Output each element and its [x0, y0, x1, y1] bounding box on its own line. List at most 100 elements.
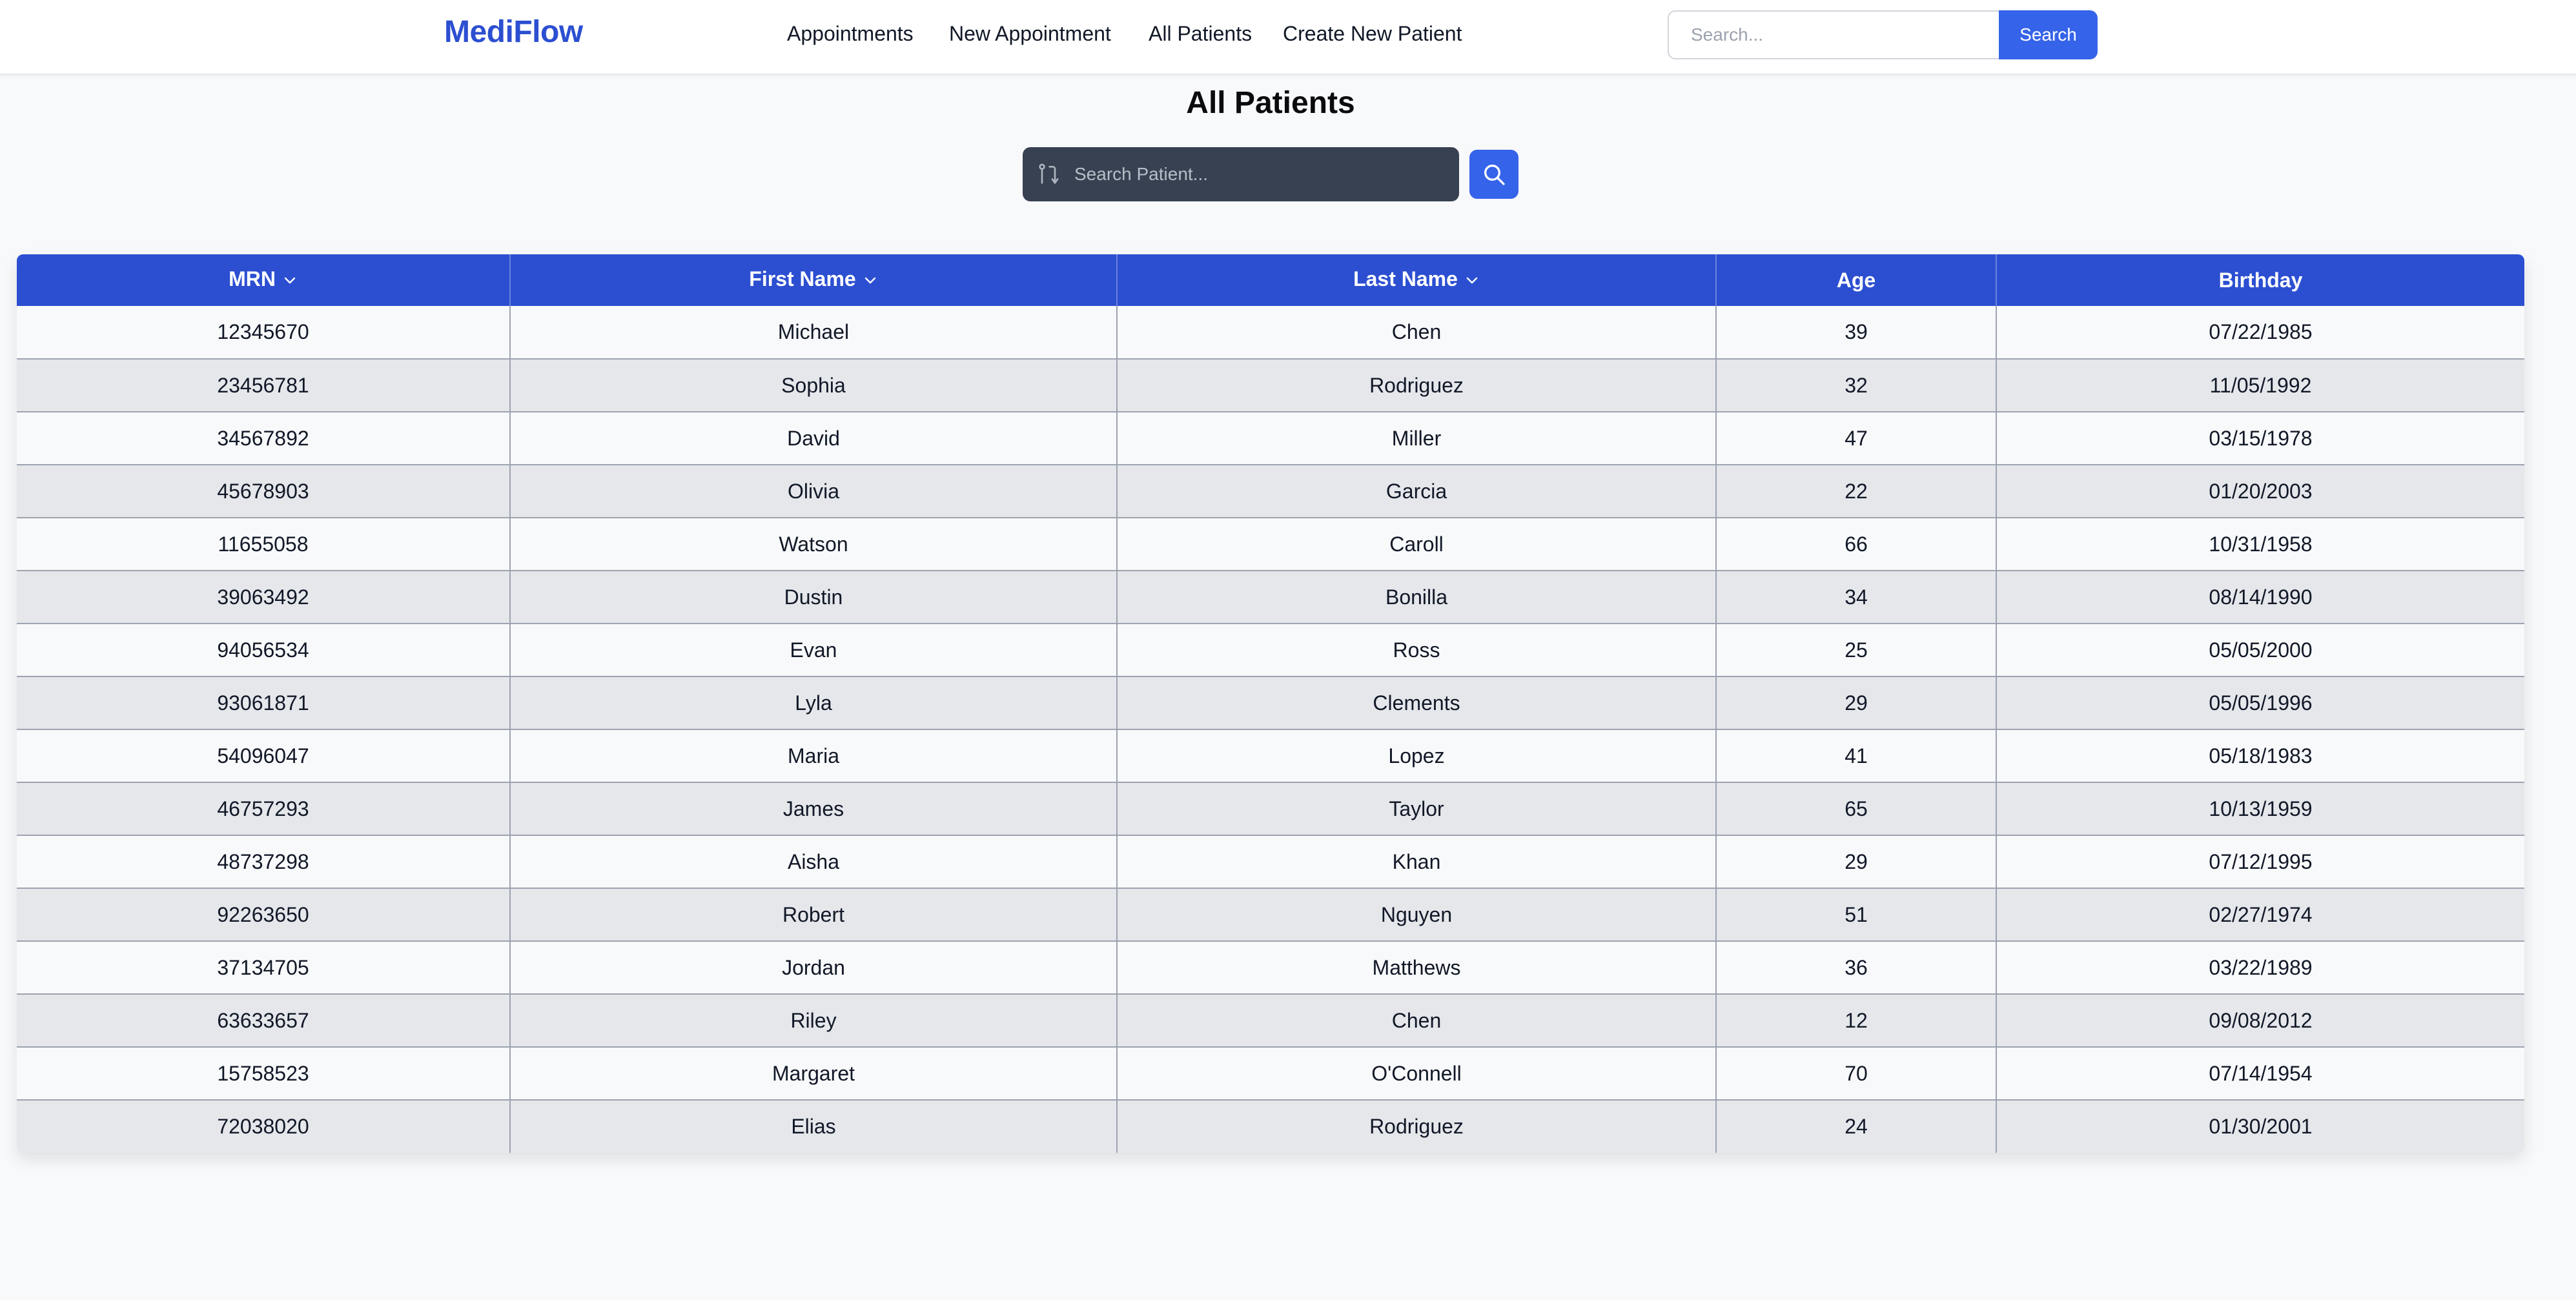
cell-last-name: Garcia [1117, 464, 1717, 518]
nav-link-all-patients[interactable]: All Patients [1149, 22, 1252, 46]
cell-mrn: 15758523 [17, 1046, 511, 1100]
cell-age: 29 [1716, 676, 1997, 729]
table-row[interactable]: 72038020 Elias Rodriguez 24 01/30/2001 [17, 1099, 2524, 1153]
chevron-down-icon [282, 269, 298, 293]
cell-last-name: O'Connell [1117, 1046, 1717, 1100]
table-row[interactable]: 15758523 Margaret O'Connell 70 07/14/1954 [17, 1046, 2524, 1100]
table-row[interactable]: 92263650 Robert Nguyen 51 02/27/1974 [17, 888, 2524, 941]
table-row[interactable]: 46757293 James Taylor 65 10/13/1959 [17, 782, 2524, 835]
table-row[interactable]: 37134705 Jordan Matthews 36 03/22/1989 [17, 940, 2524, 994]
cell-birthday: 10/31/1958 [1996, 517, 2524, 571]
table-row[interactable]: 45678903 Olivia Garcia 22 01/20/2003 [17, 464, 2524, 518]
cell-first-name: Watson [510, 517, 1118, 571]
column-header-mrn[interactable]: MRN [17, 254, 511, 306]
column-header-last-name[interactable]: Last Name [1117, 254, 1717, 306]
global-search-button[interactable]: Search [1999, 10, 2098, 59]
cell-birthday: 03/15/1978 [1996, 411, 2524, 465]
table-row[interactable]: 48737298 Aisha Khan 29 07/12/1995 [17, 835, 2524, 888]
cell-last-name: Chen [1117, 993, 1717, 1047]
cell-age: 51 [1716, 888, 1997, 941]
cell-age: 24 [1716, 1099, 1997, 1153]
cell-birthday: 01/20/2003 [1996, 464, 2524, 518]
cell-mrn: 54096047 [17, 729, 511, 782]
cell-birthday: 08/14/1990 [1996, 570, 2524, 624]
cell-age: 12 [1716, 993, 1997, 1047]
cell-age: 65 [1716, 782, 1997, 835]
cell-age: 70 [1716, 1046, 1997, 1100]
cell-first-name: David [510, 411, 1118, 465]
cell-birthday: 05/18/1983 [1996, 729, 2524, 782]
cell-age: 39 [1716, 306, 1997, 359]
cell-age: 29 [1716, 835, 1997, 888]
table-row[interactable]: 12345670 Michael Chen 39 07/22/1985 [17, 306, 2524, 359]
patients-table: MRN First Name Last Name Age Birthday 12… [17, 254, 2524, 1153]
cell-last-name: Rodriguez [1117, 1099, 1717, 1153]
cell-birthday: 05/05/2000 [1996, 623, 2524, 676]
cell-last-name: Ross [1117, 623, 1717, 676]
cell-first-name: Evan [510, 623, 1118, 676]
cell-birthday: 02/27/1974 [1996, 888, 2524, 941]
cell-first-name: Sophia [510, 358, 1118, 412]
column-header-label: First Name [749, 267, 856, 291]
table-row[interactable]: 11655058 Watson Caroll 66 10/31/1958 [17, 517, 2524, 571]
cell-age: 34 [1716, 570, 1997, 624]
table-row[interactable]: 93061871 Lyla Clements 29 05/05/1996 [17, 676, 2524, 729]
table-row[interactable]: 54096047 Maria Lopez 41 05/18/1983 [17, 729, 2524, 782]
patient-search-box [1023, 147, 1459, 201]
column-header-first-name[interactable]: First Name [510, 254, 1118, 306]
cell-last-name: Nguyen [1117, 888, 1717, 941]
table-row[interactable]: 63633657 Riley Chen 12 09/08/2012 [17, 993, 2524, 1047]
cell-mrn: 12345670 [17, 306, 511, 359]
cell-birthday: 03/22/1989 [1996, 940, 2524, 994]
table-row[interactable]: 34567892 David Miller 47 03/15/1978 [17, 411, 2524, 465]
cell-first-name: Robert [510, 888, 1118, 941]
cell-first-name: Aisha [510, 835, 1118, 888]
cell-last-name: Bonilla [1117, 570, 1717, 624]
search-icon [1484, 165, 1505, 185]
cell-mrn: 63633657 [17, 993, 511, 1047]
column-header-label: Birthday [2218, 268, 2303, 292]
table-body: 12345670 Michael Chen 39 07/22/1985 23456781 S… [17, 306, 2524, 1153]
cell-mrn: 48737298 [17, 835, 511, 888]
table-header-row: MRN First Name Last Name Age Birthday [17, 254, 2524, 306]
cell-mrn: 37134705 [17, 940, 511, 994]
cell-mrn: 11655058 [17, 517, 511, 571]
cell-last-name: Lopez [1117, 729, 1717, 782]
cell-birthday: 11/05/1992 [1996, 358, 2524, 412]
cell-first-name: Lyla [510, 676, 1118, 729]
brand-logo[interactable]: MediFlow [444, 14, 583, 50]
cell-mrn: 23456781 [17, 358, 511, 412]
cell-age: 47 [1716, 411, 1997, 465]
cell-mrn: 93061871 [17, 676, 511, 729]
cell-last-name: Chen [1117, 306, 1717, 359]
page-title: All Patients [1186, 86, 1355, 120]
cell-birthday: 10/13/1959 [1996, 782, 2524, 835]
nav-link-appointments[interactable]: Appointments [787, 22, 914, 46]
sort-order-icon [1036, 161, 1061, 187]
column-header-age: Age [1716, 254, 1997, 306]
cell-birthday: 01/30/2001 [1996, 1099, 2524, 1153]
cell-last-name: Khan [1117, 835, 1717, 888]
cell-last-name: Rodriguez [1117, 358, 1717, 412]
cell-mrn: 94056534 [17, 623, 511, 676]
cell-first-name: Michael [510, 306, 1118, 359]
nav-link-new-appointment[interactable]: New Appointment [949, 22, 1111, 46]
cell-age: 22 [1716, 464, 1997, 518]
table-row[interactable]: 94056534 Evan Ross 25 05/05/2000 [17, 623, 2524, 676]
patient-search-button[interactable] [1469, 150, 1518, 199]
patient-search-input[interactable] [1074, 147, 1449, 201]
cell-mrn: 92263650 [17, 888, 511, 941]
cell-first-name: Riley [510, 993, 1118, 1047]
cell-age: 32 [1716, 358, 1997, 412]
global-search-input[interactable] [1668, 10, 1999, 59]
cell-first-name: James [510, 782, 1118, 835]
cell-first-name: Dustin [510, 570, 1118, 624]
nav-link-create-new-patient[interactable]: Create New Patient [1283, 22, 1462, 46]
cell-first-name: Maria [510, 729, 1118, 782]
column-header-label: Age [1836, 268, 1876, 292]
cell-first-name: Jordan [510, 940, 1118, 994]
table-row[interactable]: 23456781 Sophia Rodriguez 32 11/05/1992 [17, 358, 2524, 412]
cell-birthday: 09/08/2012 [1996, 993, 2524, 1047]
table-row[interactable]: 39063492 Dustin Bonilla 34 08/14/1990 [17, 570, 2524, 624]
cell-mrn: 39063492 [17, 570, 511, 624]
